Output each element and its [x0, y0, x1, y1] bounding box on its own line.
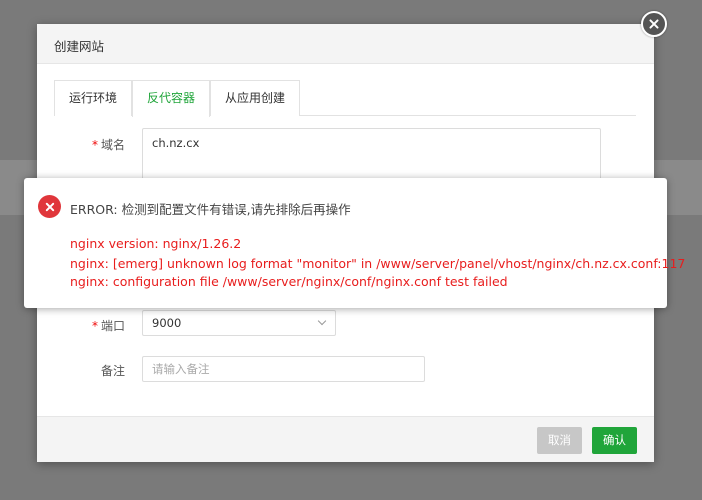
remark-label: 备注: [100, 364, 125, 378]
tab-runtime[interactable]: 运行环境: [54, 80, 132, 116]
required-marker: *: [91, 319, 98, 333]
domain-label: * 域名: [91, 138, 125, 152]
port-select-value: 9000: [152, 316, 182, 330]
error-title: ERROR: 检测到配置文件有错误,请先排除后再操作: [70, 202, 351, 217]
dialog-footer: 取消 确认: [37, 416, 654, 462]
error-popup: ERROR: 检测到配置文件有错误,请先排除后再操作 nginx version…: [24, 178, 685, 308]
chevron-down-icon: [317, 316, 327, 326]
remark-input[interactable]: [142, 356, 425, 382]
error-line-version: nginx version: nginx/1.26.2: [70, 236, 242, 251]
tab-create-from-app[interactable]: 从应用创建: [210, 80, 300, 116]
error-line-emerg: nginx: [emerg] unknown log format "monit…: [70, 256, 686, 271]
tab-bar: 运行环境 反代容器 从应用创建: [54, 80, 636, 117]
cancel-button[interactable]: 取消: [537, 427, 582, 454]
port-select[interactable]: 9000: [142, 310, 336, 336]
tab-reverse-proxy-container[interactable]: 反代容器: [132, 80, 210, 117]
required-marker: *: [91, 138, 98, 152]
dialog-title: 创建网站: [54, 39, 105, 54]
error-icon: [38, 195, 61, 218]
port-label: * 端口: [91, 319, 125, 333]
confirm-button[interactable]: 确认: [592, 427, 637, 454]
close-dialog-button[interactable]: [641, 11, 667, 37]
error-line-test-failed: nginx: configuration file /www/server/ng…: [70, 274, 508, 289]
dialog-header: 创建网站: [37, 24, 654, 64]
